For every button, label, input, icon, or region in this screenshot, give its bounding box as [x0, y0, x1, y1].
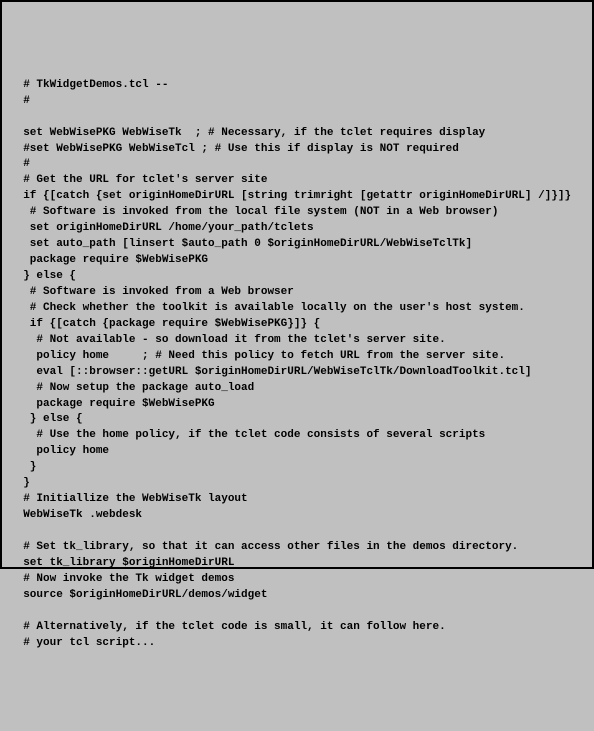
code-line — [10, 110, 584, 126]
code-line — [10, 604, 584, 620]
code-line: # Use the home policy, if the tclet code… — [10, 428, 584, 444]
code-line: # Now invoke the Tk widget demos — [10, 572, 584, 588]
code-line: if {[catch {package require $WebWisePKG}… — [10, 317, 584, 333]
code-line: set originHomeDirURL /home/your_path/tcl… — [10, 221, 584, 237]
code-line: # TkWidgetDemos.tcl -- — [10, 78, 584, 94]
code-line: # Check whether the toolkit is available… — [10, 301, 584, 317]
code-line: } else { — [10, 412, 584, 428]
code-line: # — [10, 157, 584, 173]
code-line: # your tcl script... — [10, 636, 584, 652]
code-line: # Not available - so download it from th… — [10, 333, 584, 349]
code-line: WebWiseTk .webdesk — [10, 508, 584, 524]
code-line: # Software is invoked from the local fil… — [10, 205, 584, 221]
code-line: package require $WebWisePKG — [10, 397, 584, 413]
code-line: # Initiallize the WebWiseTk layout — [10, 492, 584, 508]
code-line: # Now setup the package auto_load — [10, 381, 584, 397]
code-line: } — [10, 460, 584, 476]
code-line: if {[catch {set originHomeDirURL [string… — [10, 189, 584, 205]
code-line: source $originHomeDirURL/demos/widget — [10, 588, 584, 604]
code-line: policy home ; # Need this policy to fetc… — [10, 349, 584, 365]
code-line: #set WebWisePKG WebWiseTcl ; # Use this … — [10, 142, 584, 158]
code-block: # TkWidgetDemos.tcl -- # set WebWisePKG … — [10, 78, 584, 652]
code-line: set auto_path [linsert $auto_path 0 $ori… — [10, 237, 584, 253]
code-line: # Get the URL for tclet's server site — [10, 173, 584, 189]
code-line: } else { — [10, 269, 584, 285]
code-line: policy home — [10, 444, 584, 460]
code-line: # — [10, 94, 584, 110]
code-line: # Set tk_library, so that it can access … — [10, 540, 584, 556]
code-line: # Software is invoked from a Web browser — [10, 285, 584, 301]
code-line: set tk_library $originHomeDirURL — [10, 556, 584, 572]
code-line — [10, 524, 584, 540]
code-line: package require $WebWisePKG — [10, 253, 584, 269]
code-line: eval [::browser::getURL $originHomeDirUR… — [10, 365, 584, 381]
code-line: # Alternatively, if the tclet code is sm… — [10, 620, 584, 636]
code-line: } — [10, 476, 584, 492]
code-line: set WebWisePKG WebWiseTk ; # Necessary, … — [10, 126, 584, 142]
